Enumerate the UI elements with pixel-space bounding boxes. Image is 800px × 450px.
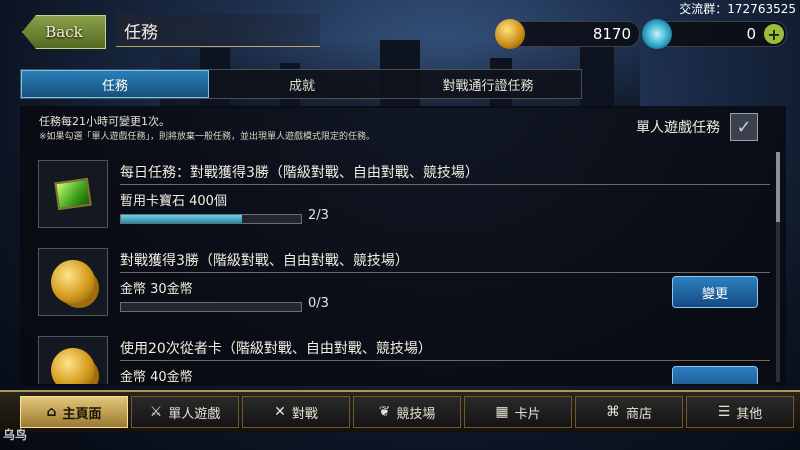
nav-other[interactable]: ☰ 其他	[686, 396, 794, 428]
nav-label: 商店	[625, 406, 652, 422]
change-mission-button[interactable]	[672, 366, 758, 384]
tab-missions[interactable]: 任務	[21, 70, 209, 98]
nav-cards[interactable]: ▦ 卡片	[464, 396, 572, 428]
mission-reward: 金幣 30金幣	[120, 282, 193, 297]
nav-home[interactable]: ⌂ 主頁面	[20, 396, 128, 428]
mission-title: 每日任務：對戰獲得3勝（階級對戰、自由對戰、競技場）	[120, 165, 479, 181]
mission-reward: 金幣 40金幣	[120, 370, 193, 384]
progress-fill	[121, 215, 242, 223]
tab-battle-pass-missions[interactable]: 對戰通行證任務	[395, 70, 581, 98]
mission-reward: 暫用卡寶石 400個	[120, 194, 227, 209]
reward-icon-frame	[38, 160, 108, 228]
add-crystal-button[interactable]: +	[764, 24, 784, 44]
mission-title: 對戰獲得3勝（階級對戰、自由對戰、競技場）	[120, 253, 409, 269]
progress-bar	[120, 302, 302, 312]
mission-item: 每日任務：對戰獲得3勝（階級對戰、自由對戰、競技場） 暫用卡寶石 400個 2/…	[36, 156, 776, 234]
back-button[interactable]: Back	[22, 15, 106, 49]
other-icon: ☰	[717, 404, 731, 420]
nav-battle[interactable]: ✕ 對戰	[242, 396, 350, 428]
gem-icon	[54, 177, 92, 211]
divider	[120, 184, 770, 185]
info-text: 任務每21小時可變更1次。	[39, 115, 170, 128]
page-title: 任務	[116, 14, 320, 47]
nav-label: 單人遊戲	[168, 406, 221, 422]
watermark-logo: 乌鸟	[3, 428, 28, 442]
crystal-icon	[642, 19, 672, 49]
home-icon: ⌂	[46, 404, 57, 420]
nav-label: 其他	[736, 406, 763, 422]
qq-group-text: 交流群：172763525	[679, 2, 796, 16]
tab-achievements[interactable]: 成就	[209, 70, 395, 98]
mission-item: 對戰獲得3勝（階級對戰、自由對戰、競技場） 金幣 30金幣 0/3 變更	[36, 244, 776, 322]
single-player-label: 單人遊戲任務	[636, 120, 720, 136]
scrollbar-thumb[interactable]	[776, 152, 780, 222]
reward-icon-frame	[38, 336, 108, 384]
nav-shop[interactable]: ⌘ 商店	[575, 396, 683, 428]
coins-icon	[51, 260, 95, 304]
nav-label: 競技場	[396, 406, 436, 422]
nav-single-player[interactable]: ⚔ 單人遊戲	[131, 396, 239, 428]
change-mission-button[interactable]: 變更	[672, 276, 758, 308]
shop-icon: ⌘	[605, 404, 620, 420]
gold-coin-icon	[495, 19, 525, 49]
divider	[120, 272, 770, 273]
crystal-display: 0 +	[642, 19, 787, 49]
crystal-amount: 0	[746, 25, 756, 43]
progress-text: 2/3	[308, 208, 329, 223]
bottom-nav: ⌂ 主頁面 ⚔ 單人遊戲 ✕ 對戰 ❦ 競技場 ▦ 卡片 ⌘ 商店 ☰ 其他	[0, 390, 800, 432]
single-player-toggle[interactable]: 單人遊戲任務 ✓	[596, 112, 758, 142]
tab-bar: 任務 成就 對戰通行證任務	[20, 69, 582, 99]
nav-label: 主頁面	[62, 406, 102, 422]
gold-display: 8170	[495, 19, 640, 49]
coins-icon	[51, 348, 95, 384]
progress-text: 0/3	[308, 296, 329, 311]
scrollbar[interactable]	[776, 152, 780, 382]
nav-arena[interactable]: ❦ 競技場	[353, 396, 461, 428]
laurel-icon: ❦	[378, 404, 391, 420]
info-note: ※如果勾選「單人遊戲任務」，則將放棄一般任務，並出現單人遊戲模式限定的任務。	[39, 132, 376, 142]
divider	[120, 360, 770, 361]
progress-bar	[120, 214, 302, 224]
nav-label: 對戰	[291, 406, 318, 422]
reward-icon-frame	[38, 248, 108, 316]
mission-title: 使用20次從者卡（階級對戰、自由對戰、競技場）	[120, 341, 432, 357]
swords-icon: ⚔	[149, 404, 163, 420]
single-player-checkbox[interactable]: ✓	[730, 113, 758, 141]
nav-label: 卡片	[514, 406, 541, 422]
mission-item: 使用20次從者卡（階級對戰、自由對戰、競技場） 金幣 40金幣	[36, 332, 776, 384]
gold-amount: 8170	[592, 25, 631, 43]
crossed-swords-icon: ✕	[274, 404, 286, 420]
cards-icon: ▦	[495, 404, 509, 420]
